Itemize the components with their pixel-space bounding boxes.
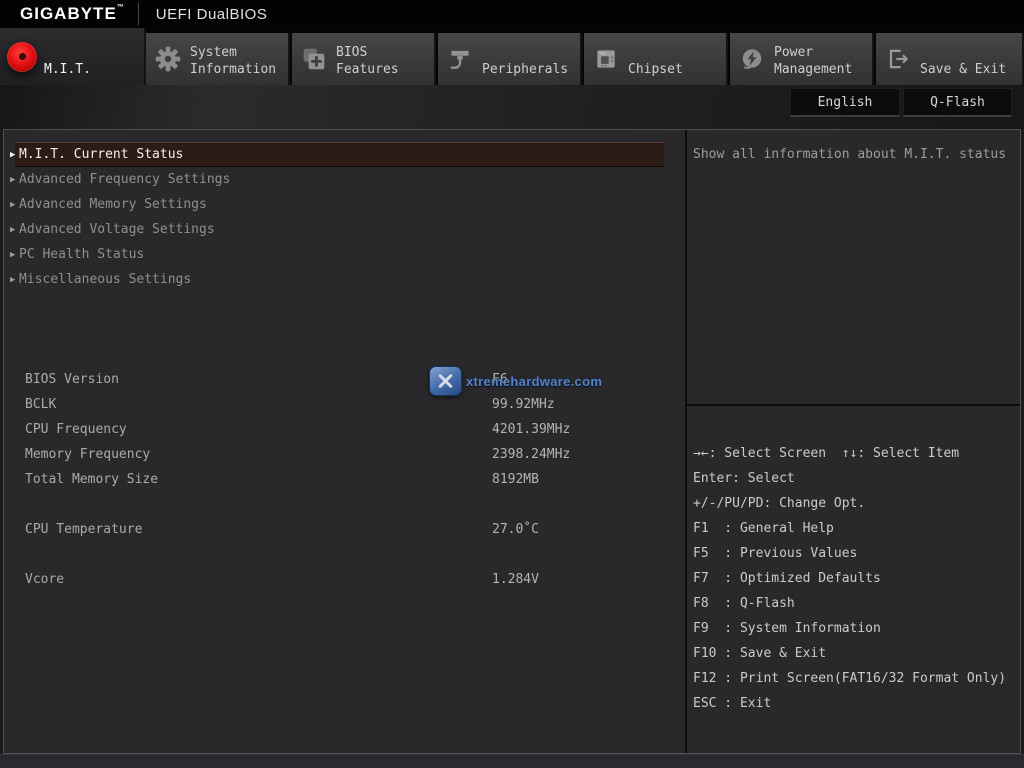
legend-select-screen-item: →←: Select Screen ↑↓: Select Item: [693, 446, 960, 461]
triangle-icon: ▶: [10, 224, 16, 235]
status-row-memory-frequency: Memory Frequency 2398.24MHz: [25, 447, 571, 462]
legend-f5: F5 : Previous Values: [693, 546, 858, 561]
tab-bios-features[interactable]: BIOS Features: [292, 33, 436, 85]
save-exit-icon: [876, 33, 920, 85]
legend-enter: Enter: Select: [693, 471, 795, 486]
legend-esc: ESC : Exit: [693, 696, 772, 711]
mit-red-disc-icon: [7, 41, 37, 72]
bottom-strip: [0, 754, 1024, 768]
peripherals-icon: [438, 33, 482, 85]
triangle-icon: ▶: [10, 274, 16, 285]
top-bar: GIGABYTE™ UEFI DualBIOS: [0, 0, 1024, 28]
bios-features-icon: [292, 33, 336, 85]
status-row-cpu-temperature: CPU Temperature 27.0˚C: [25, 522, 539, 537]
status-row-vcore: Vcore 1.284V: [25, 572, 539, 587]
menu-item-mit-current-status[interactable]: ▶ M.I.T. Current Status: [4, 142, 685, 167]
settings-panel: ▶ M.I.T. Current Status ▶ Advanced Frequ…: [4, 130, 685, 753]
legend-divider: [687, 404, 1020, 406]
bios-screen: GIGABYTE™ UEFI DualBIOS M.I.T. System In…: [0, 0, 1024, 768]
triangle-icon: ▶: [10, 199, 16, 210]
legend-f12: F12 : Print Screen(FAT16/32 Format Only): [693, 671, 1007, 686]
item-help-description: Show all information about M.I.T. status: [693, 147, 1007, 162]
menu-item-miscellaneous-settings[interactable]: ▶ Miscellaneous Settings: [4, 267, 685, 292]
tab-power-management[interactable]: Power Management: [730, 33, 874, 85]
legend-f10: F10 : Save & Exit: [693, 646, 827, 661]
legend-change-opt: +/-/PU/PD: Change Opt.: [693, 496, 866, 511]
legend-f9: F9 : System Information: [693, 621, 881, 636]
main-content-box: ▶ M.I.T. Current Status ▶ Advanced Frequ…: [3, 129, 1021, 754]
status-row-total-memory-size: Total Memory Size 8192MB: [25, 472, 539, 487]
gigabyte-logo: GIGABYTE™: [20, 4, 125, 23]
tab-system-information[interactable]: System Information: [146, 33, 290, 85]
status-row-cpu-frequency: CPU Frequency 4201.39MHz: [25, 422, 571, 437]
tab-bar: M.I.T. System Information BIOS Features …: [0, 28, 1024, 85]
help-panel: Show all information about M.I.T. status…: [687, 130, 1020, 753]
status-row-bios-version: BIOS Version F6: [25, 372, 508, 387]
legend-f8: F8 : Q-Flash: [693, 596, 795, 611]
tab-chipset[interactable]: Chipset: [584, 33, 728, 85]
menu-item-advanced-frequency-settings[interactable]: ▶ Advanced Frequency Settings: [4, 167, 685, 192]
legend-f1: F1 : General Help: [693, 521, 834, 536]
triangle-icon: ▶: [10, 249, 16, 260]
tab-mit[interactable]: M.I.T.: [0, 28, 146, 85]
mit-menu: ▶ M.I.T. Current Status ▶ Advanced Frequ…: [4, 142, 685, 292]
legend-f7: F7 : Optimized Defaults: [693, 571, 881, 586]
menu-item-advanced-voltage-settings[interactable]: ▶ Advanced Voltage Settings: [4, 217, 685, 242]
triangle-icon: ▶: [10, 149, 16, 160]
tab-save-exit[interactable]: Save & Exit: [876, 33, 1024, 85]
power-icon: [730, 33, 774, 85]
chipset-icon: [584, 33, 628, 85]
triangle-icon: ▶: [10, 174, 16, 185]
menu-item-advanced-memory-settings[interactable]: ▶ Advanced Memory Settings: [4, 192, 685, 217]
qflash-button[interactable]: Q-Flash: [903, 88, 1012, 117]
topbar-divider: [137, 3, 139, 25]
key-legend: →←: Select Screen ↑↓: Select Item Enter:…: [693, 441, 1018, 716]
gear-icon: [146, 33, 190, 85]
uefi-dualbios-title: UEFI DualBIOS: [155, 5, 268, 23]
menu-item-pc-health-status[interactable]: ▶ PC Health Status: [4, 242, 685, 267]
status-row-bclk: BCLK 99.92MHz: [25, 397, 555, 412]
language-button[interactable]: English: [790, 88, 900, 117]
tab-peripherals[interactable]: Peripherals: [438, 33, 582, 85]
status-readouts: BIOS Version F6 BCLK 99.92MHz CPU Frequenc…: [4, 367, 685, 592]
